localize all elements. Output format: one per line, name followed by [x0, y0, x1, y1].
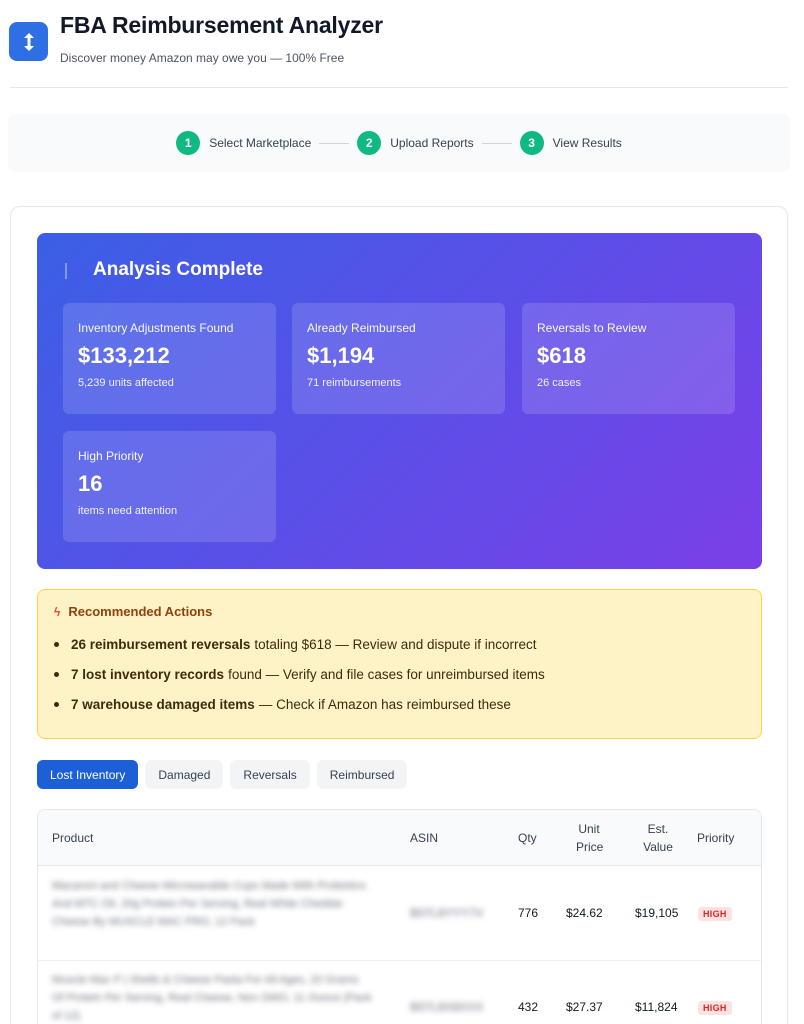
unit-price-value: $27.37 — [566, 1000, 603, 1014]
step-select-marketplace[interactable]: 1 Select Marketplace — [176, 131, 311, 155]
tab-reimbursed[interactable]: Reimbursed — [316, 760, 408, 789]
stat-sub: 71 reimbursements — [307, 377, 402, 389]
action-text: totaling $618 — Review and dispute if in… — [254, 636, 537, 652]
column-header-est-value[interactable]: Est. Value — [642, 820, 674, 856]
stat-sub: items need attention — [78, 505, 178, 517]
header-divider — [10, 87, 788, 88]
step-number: 2 — [357, 131, 382, 155]
column-header-asin[interactable]: ASIN — [410, 829, 438, 847]
stat-value: 16 — [78, 471, 103, 496]
stat-sub: 5,239 units affected — [78, 377, 174, 389]
stat-label: Inventory Adjustments Found — [78, 321, 234, 335]
column-header-product[interactable]: Product — [52, 829, 93, 847]
action-highlight: 26 reimbursement reversals — [71, 636, 251, 652]
table-row[interactable]: Muscle Mac P | Shells & Cheese Pasta For… — [38, 961, 761, 1024]
step-connector — [481, 142, 512, 144]
title-accent-bar — [65, 263, 67, 279]
stat-high-priority: High Priority 16 items need attention — [63, 431, 276, 542]
qty-value: 776 — [518, 906, 539, 920]
lost-inventory-table: Product ASIN Qty Unit Price Est. Value P… — [37, 809, 762, 1024]
product-name: Muscle Mac P | Shells & Cheese Pasta For… — [52, 974, 372, 1022]
header-line: Price — [576, 840, 604, 854]
column-header-unit-price[interactable]: Unit Price — [576, 820, 604, 856]
stat-inventory-adjustments: Inventory Adjustments Found $133,212 5,2… — [63, 303, 276, 414]
bullet — [54, 641, 59, 647]
tab-lost-inventory[interactable]: Lost Inventory — [37, 760, 139, 789]
action-item: 7 warehouse damaged items — Check if Ama… — [54, 689, 745, 719]
up-down-arrows-icon — [23, 32, 34, 51]
asin-value: B07L8YYY7V — [410, 906, 484, 920]
priority-badge: HIGH — [698, 1001, 732, 1015]
stat-value: $1,194 — [307, 343, 375, 368]
est-value-value: $11,824 — [635, 1000, 678, 1014]
actions-title: ϟ Recommended Actions — [54, 604, 745, 619]
results-card: Analysis Complete Inventory Adjustments … — [10, 206, 788, 1024]
app-logo — [9, 22, 48, 61]
analysis-title: Analysis Complete — [93, 259, 263, 280]
stat-label: Reversals to Review — [537, 321, 647, 335]
column-header-priority[interactable]: Priority — [697, 829, 734, 847]
step-number: 1 — [176, 131, 201, 155]
tab-damaged[interactable]: Damaged — [145, 760, 224, 789]
step-label: View Results — [552, 136, 622, 150]
lightning-icon: ϟ — [54, 604, 61, 619]
actions-list: 26 reimbursement reversals totaling $618… — [54, 629, 745, 719]
stat-label: High Priority — [78, 449, 144, 463]
column-header-qty[interactable]: Qty — [518, 829, 537, 847]
action-text: — Check if Amazon has reimbursed these — [258, 696, 511, 712]
table-header: Product ASIN Qty Unit Price Est. Value P… — [38, 810, 761, 866]
product-name: Macaroni and Cheese Microwavable Cups Ma… — [52, 880, 366, 928]
bullet — [54, 671, 59, 677]
step-label: Upload Reports — [390, 136, 474, 150]
header-line: Est. — [647, 822, 669, 836]
asin-value: B07L8X8XXX — [410, 1000, 484, 1014]
app-subtitle: Discover money Amazon may owe you — 100%… — [60, 51, 345, 65]
stat-value: $133,212 — [78, 343, 170, 368]
analysis-summary: Analysis Complete Inventory Adjustments … — [37, 233, 762, 569]
step-connector — [319, 142, 350, 144]
stat-label: Already Reimbursed — [307, 321, 416, 335]
stat-reversals-to-review: Reversals to Review $618 26 cases — [522, 303, 735, 414]
action-item: 7 lost inventory records found — Verify … — [54, 659, 745, 689]
stat-already-reimbursed: Already Reimbursed $1,194 71 reimburseme… — [292, 303, 505, 414]
header-line: Unit — [578, 822, 600, 836]
app-header: FBA Reimbursement Analyzer Discover mone… — [0, 0, 804, 88]
action-highlight: 7 warehouse damaged items — [71, 696, 255, 712]
step-upload-reports[interactable]: 2 Upload Reports — [357, 131, 474, 155]
tab-reversals[interactable]: Reversals — [230, 760, 310, 789]
action-item: 26 reimbursement reversals totaling $618… — [54, 629, 745, 659]
priority-badge: HIGH — [698, 907, 732, 921]
step-view-results[interactable]: 3 View Results — [519, 131, 622, 155]
step-number: 3 — [519, 131, 544, 155]
step-label: Select Marketplace — [209, 136, 312, 150]
stat-value: $618 — [537, 343, 586, 368]
bullet — [54, 701, 59, 707]
table-row[interactable]: Macaroni and Cheese Microwavable Cups Ma… — [38, 867, 761, 961]
recommended-actions: ϟ Recommended Actions 26 reimbursement r… — [37, 589, 762, 739]
header-line: Value — [643, 840, 673, 854]
app-title: FBA Reimbursement Analyzer — [60, 12, 383, 38]
action-text: found — Verify and file cases for unreim… — [228, 666, 545, 682]
action-highlight: 7 lost inventory records — [71, 666, 225, 682]
stat-sub: 26 cases — [537, 377, 582, 389]
results-tabs: Lost Inventory Damaged Reversals Reimbur… — [37, 760, 414, 789]
progress-stepper: 1 Select Marketplace 2 Upload Reports 3 … — [8, 114, 790, 172]
actions-title-text: Recommended Actions — [68, 604, 213, 619]
est-value-value: $19,105 — [635, 906, 679, 920]
unit-price-value: $24.62 — [566, 906, 603, 920]
qty-value: 432 — [518, 1000, 539, 1014]
